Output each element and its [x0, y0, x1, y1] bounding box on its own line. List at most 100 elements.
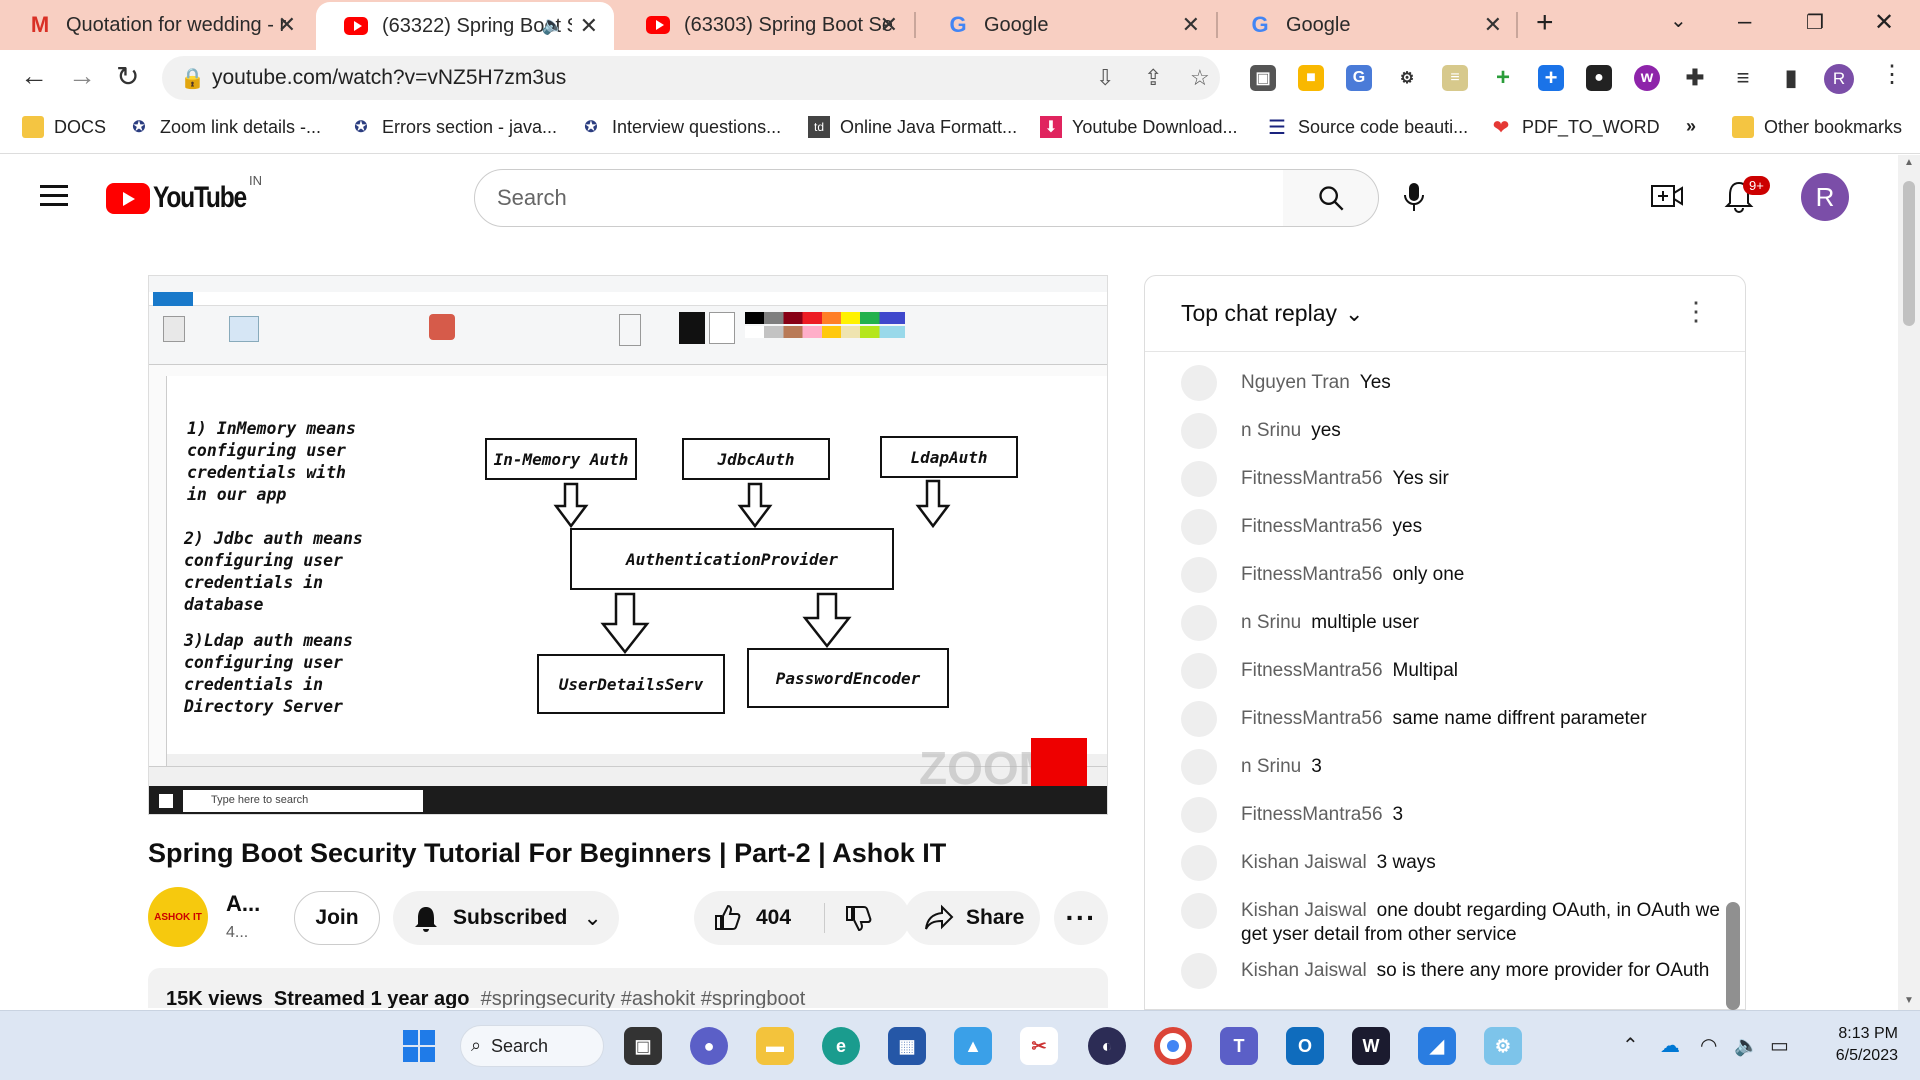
chat-message[interactable]: FitnessMantra56 Yes sir: [1181, 461, 1721, 497]
reload-button[interactable]: ↻: [116, 60, 139, 93]
account-avatar[interactable]: R: [1801, 173, 1849, 221]
chat-author-avatar[interactable]: [1181, 653, 1217, 689]
profile-avatar[interactable]: R: [1824, 64, 1854, 94]
add-extension-icon[interactable]: +: [1490, 64, 1516, 91]
snipping-tool-icon[interactable]: ✂: [1020, 1027, 1058, 1065]
chat-author-name[interactable]: FitnessMantra56: [1241, 564, 1383, 585]
close-window-button[interactable]: ✕: [1874, 8, 1894, 37]
chat-message[interactable]: Kishan Jaiswal 3 ways: [1181, 845, 1721, 881]
chat-author-avatar[interactable]: [1181, 845, 1217, 881]
extension-icon[interactable]: ■: [1298, 65, 1324, 91]
chat-author-name[interactable]: Nguyen Tran: [1241, 372, 1350, 393]
more-actions-button[interactable]: ···: [1054, 891, 1108, 945]
search-input[interactable]: Search: [474, 169, 1284, 227]
tab-gmail[interactable]: M Quotation for wedding - r ✕: [0, 0, 312, 50]
windows-start-icon[interactable]: [400, 1027, 438, 1065]
like-button[interactable]: 404: [694, 891, 824, 945]
bookmark-star-icon[interactable]: ☆: [1190, 65, 1210, 91]
taskbar-search[interactable]: ⌕ Search: [460, 1025, 604, 1067]
extension-icon[interactable]: ●: [1586, 65, 1612, 91]
webex-icon[interactable]: W: [1352, 1027, 1390, 1065]
bookmarks-overflow-button[interactable]: »: [1686, 116, 1696, 137]
bookmark-item[interactable]: ☰ Source code beauti...: [1266, 116, 1468, 139]
chat-author-name[interactable]: FitnessMantra56: [1241, 708, 1383, 729]
chrome-icon[interactable]: [1154, 1027, 1192, 1065]
extension-icon[interactable]: ⚙: [1394, 65, 1420, 91]
extension-icon[interactable]: +: [1538, 65, 1564, 91]
share-icon[interactable]: ⇪: [1144, 65, 1162, 91]
system-clock[interactable]: 8:13 PM 6/5/2023: [1816, 1023, 1898, 1067]
new-tab-button[interactable]: +: [1536, 6, 1554, 40]
wifi-icon[interactable]: ◠: [1700, 1033, 1717, 1058]
extensions-puzzle-icon[interactable]: ✚: [1682, 65, 1708, 91]
back-button[interactable]: ←: [20, 60, 48, 92]
bookmark-item[interactable]: DOCS: [22, 116, 106, 138]
tab-youtube-active[interactable]: (63322) Spring Boot S 🔈 ✕: [316, 2, 614, 50]
chat-message[interactable]: FitnessMantra56 only one: [1181, 557, 1721, 593]
page-scrollbar[interactable]: ▲ ▼: [1898, 155, 1920, 1010]
bookmark-item[interactable]: ⬇ Youtube Download...: [1040, 116, 1237, 138]
extension-icon[interactable]: w: [1634, 65, 1660, 91]
subscribed-button[interactable]: Subscribed ⌄: [393, 891, 619, 945]
forward-button[interactable]: →: [68, 60, 96, 92]
chat-message[interactable]: FitnessMantra56 3: [1181, 797, 1721, 833]
address-bar[interactable]: 🔒 youtube.com/watch?v=vNZ5H7zm3us ⇩ ⇪ ☆: [162, 56, 1220, 100]
close-icon[interactable]: ✕: [1484, 12, 1502, 38]
notes-extension-icon[interactable]: ≡: [1442, 65, 1468, 91]
store-icon[interactable]: ▦: [888, 1027, 926, 1065]
chat-author-name[interactable]: Kishan Jaiswal: [1241, 960, 1367, 981]
chat-author-avatar[interactable]: [1181, 749, 1217, 785]
chat-message[interactable]: Nguyen Tran Yes: [1181, 365, 1721, 401]
extension-icon[interactable]: ▣: [1250, 65, 1276, 91]
chat-author-avatar[interactable]: [1181, 797, 1217, 833]
tab-google[interactable]: G Google ✕: [918, 0, 1216, 50]
close-icon[interactable]: ✕: [278, 12, 296, 38]
chat-author-name[interactable]: n Srinu: [1241, 612, 1301, 633]
chat-author-name[interactable]: FitnessMantra56: [1241, 804, 1383, 825]
media-control-icon[interactable]: ≡: [1730, 65, 1756, 91]
youtube-logo[interactable]: YouTube IN: [106, 173, 266, 215]
file-explorer-icon[interactable]: ▬: [756, 1027, 794, 1065]
chat-author-name[interactable]: Kishan Jaiswal: [1241, 852, 1367, 873]
voice-search-button[interactable]: [1402, 181, 1426, 218]
edge-browser-icon[interactable]: e: [822, 1027, 860, 1065]
tab-google[interactable]: G Google ✕: [1220, 0, 1518, 50]
bookmark-item[interactable]: ❤ PDF_TO_WORD: [1490, 116, 1660, 139]
chat-author-avatar[interactable]: [1181, 893, 1217, 929]
chat-message[interactable]: n Srinu multiple user: [1181, 605, 1721, 641]
battery-icon[interactable]: ▭: [1770, 1033, 1789, 1058]
teams-icon[interactable]: T: [1220, 1027, 1258, 1065]
search-button[interactable]: [1283, 169, 1379, 227]
minimize-button[interactable]: –: [1738, 8, 1751, 36]
close-icon[interactable]: ✕: [880, 12, 898, 38]
chat-author-avatar[interactable]: [1181, 461, 1217, 497]
channel-avatar[interactable]: ASHOK IT: [148, 887, 208, 947]
scrollbar-thumb[interactable]: [1903, 181, 1915, 326]
close-icon[interactable]: ✕: [580, 13, 598, 39]
chat-message[interactable]: Kishan Jaiswal one doubt regarding OAuth,…: [1181, 893, 1721, 947]
eclipse-icon[interactable]: ◐: [1088, 1027, 1126, 1065]
dislike-button[interactable]: [825, 891, 910, 945]
app-icon[interactable]: ◢: [1418, 1027, 1456, 1065]
bookmark-item[interactable]: ✪ Interview questions...: [580, 116, 781, 138]
bookmark-item[interactable]: td Online Java Formatt...: [808, 116, 1017, 138]
chat-author-name[interactable]: FitnessMantra56: [1241, 660, 1383, 681]
chat-message[interactable]: Kishan Jaiswal so is there any more provi…: [1181, 953, 1721, 989]
tray-chevron-up-icon[interactable]: ⌃: [1622, 1033, 1639, 1058]
chat-author-name[interactable]: n Srinu: [1241, 756, 1301, 777]
lock-icon[interactable]: 🔒: [180, 66, 205, 91]
bookmark-item[interactable]: ✪ Errors section - java...: [350, 116, 557, 138]
tab-search-chevron-icon[interactable]: ⌄: [1670, 8, 1687, 33]
description-box[interactable]: 15K views Streamed 1 year ago #springsec…: [148, 968, 1108, 1008]
chat-header[interactable]: Top chat replay ⌄ ⋮: [1145, 276, 1745, 352]
install-icon[interactable]: ⇩: [1096, 65, 1114, 91]
chat-author-avatar[interactable]: [1181, 953, 1217, 989]
onedrive-icon[interactable]: ☁: [1660, 1033, 1680, 1058]
chat-author-name[interactable]: FitnessMantra56: [1241, 516, 1383, 537]
outlook-icon[interactable]: O: [1286, 1027, 1324, 1065]
chat-message[interactable]: FitnessMantra56 same name diffrent parame…: [1181, 701, 1721, 737]
close-icon[interactable]: ✕: [1182, 12, 1200, 38]
chat-message[interactable]: FitnessMantra56 yes: [1181, 509, 1721, 545]
other-bookmarks[interactable]: Other bookmarks: [1732, 116, 1902, 138]
tab-youtube[interactable]: (63303) Spring Boot Secu ✕: [618, 0, 914, 50]
